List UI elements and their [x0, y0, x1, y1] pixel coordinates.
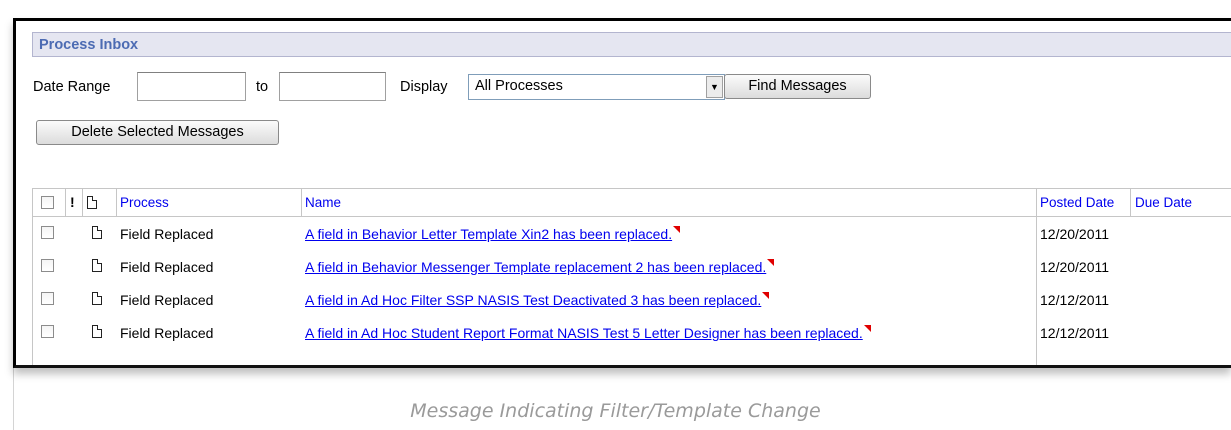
flag-icon — [673, 226, 681, 233]
row-checkbox[interactable] — [41, 226, 54, 239]
flag-icon — [863, 325, 871, 332]
table-row[interactable]: Field Replaced A field in Behavior Messe… — [33, 251, 1231, 284]
display-selected-value: All Processes — [475, 78, 563, 94]
process-column-header[interactable]: Process — [120, 195, 169, 210]
document-icon — [92, 325, 102, 338]
messages-table: ! Process Name Posted Date Due Date Fiel… — [32, 188, 1231, 365]
posted-date-cell: 12/20/2011 — [1040, 259, 1110, 275]
table-header: ! Process Name Posted Date Due Date — [33, 189, 1231, 217]
figure-caption: Message Indicating Filter/Template Chang… — [410, 400, 821, 422]
column-divider — [1130, 189, 1131, 217]
to-label: to — [256, 79, 269, 95]
table-row[interactable]: Field Replaced A field in Ad Hoc Filter … — [33, 284, 1231, 317]
column-divider — [116, 189, 117, 217]
flag-icon — [762, 292, 770, 299]
find-messages-button[interactable]: Find Messages — [724, 74, 871, 99]
message-link[interactable]: A field in Behavior Messenger Template r… — [305, 259, 766, 275]
message-link[interactable]: A field in Ad Hoc Filter SSP NASIS Test … — [305, 292, 761, 308]
posted-date-cell: 12/12/2011 — [1040, 325, 1110, 341]
flag-icon — [767, 259, 775, 266]
posted-date-column-header[interactable]: Posted Date — [1040, 195, 1114, 210]
process-cell: Field Replaced — [120, 259, 214, 275]
message-link[interactable]: A field in Behavior Letter Template Xin2… — [305, 226, 672, 242]
date-range-label: Date Range — [33, 79, 111, 95]
document-header-icon — [87, 196, 97, 209]
row-checkbox[interactable] — [41, 259, 54, 272]
column-divider — [65, 189, 66, 217]
table-row[interactable]: Field Replaced A field in Behavior Lette… — [33, 218, 1231, 251]
select-all-checkbox[interactable] — [41, 196, 54, 209]
chevron-down-icon[interactable]: ▼ — [706, 76, 723, 98]
document-icon — [92, 292, 102, 305]
delete-selected-messages-button[interactable]: Delete Selected Messages — [36, 120, 279, 145]
row-checkbox[interactable] — [41, 292, 54, 305]
process-cell: Field Replaced — [120, 292, 214, 308]
table-row[interactable]: Field Replaced A field in Ad Hoc Student… — [33, 317, 1231, 350]
date-to-input[interactable] — [279, 72, 386, 101]
document-icon — [92, 226, 102, 239]
column-divider — [301, 189, 302, 217]
posted-date-cell: 12/20/2011 — [1040, 226, 1110, 242]
posted-date-cell: 12/12/2011 — [1040, 292, 1110, 308]
column-divider — [82, 189, 83, 217]
panel-title: Process Inbox — [32, 32, 1231, 57]
due-date-column-header[interactable]: Due Date — [1135, 195, 1192, 210]
display-label: Display — [400, 79, 448, 95]
name-column-header[interactable]: Name — [305, 195, 341, 210]
document-icon — [92, 259, 102, 272]
process-cell: Field Replaced — [120, 226, 214, 242]
display-select[interactable]: All Processes ▼ — [468, 74, 725, 100]
row-checkbox[interactable] — [41, 325, 54, 338]
process-inbox-panel: Process Inbox Date Range to Display All … — [13, 18, 1231, 368]
process-cell: Field Replaced — [120, 325, 214, 341]
date-from-input[interactable] — [137, 72, 246, 101]
priority-header-icon: ! — [70, 194, 75, 210]
message-link[interactable]: A field in Ad Hoc Student Report Format … — [305, 325, 863, 341]
